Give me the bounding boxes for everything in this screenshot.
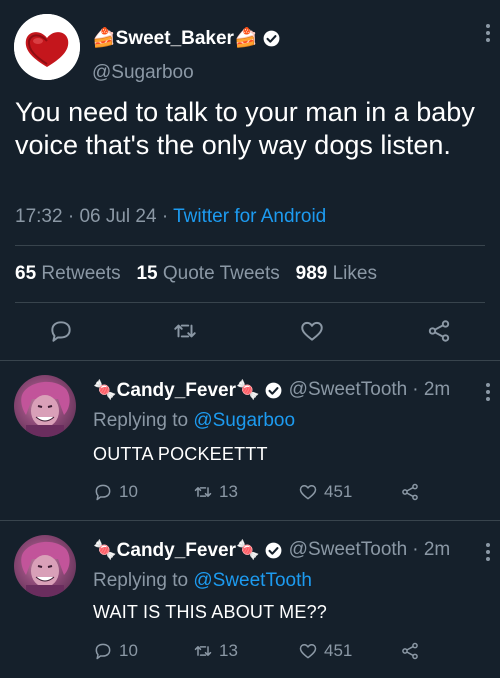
retweet-count: 13	[219, 482, 238, 501]
reply-count: 10	[119, 482, 138, 501]
like-icon	[299, 485, 317, 500]
retweet-count-button[interactable]: 13	[193, 641, 238, 661]
tweet-stats: 65 Retweets 15 Quote Tweets 989 Likes	[15, 263, 377, 285]
reply-avatar[interactable]	[14, 375, 76, 437]
likes-stat[interactable]: 989 Likes	[296, 263, 377, 284]
reply-handle[interactable]: @SweetTooth	[289, 379, 408, 401]
avatar-illustration	[21, 381, 70, 437]
share-icon[interactable]	[426, 318, 452, 344]
replying-prefix: Replying to	[93, 570, 189, 591]
quotes-count: 15	[136, 263, 158, 284]
main-handle[interactable]: @Sugarboo	[92, 62, 194, 84]
reply-header: 🍬Candy_Fever🍬 @SweetTooth · 2m	[93, 538, 450, 562]
reply-count-button[interactable]: 10	[93, 641, 138, 661]
retweet-count: 13	[219, 641, 238, 660]
reply-count: 10	[119, 641, 138, 660]
main-avatar[interactable]	[14, 14, 80, 80]
reply-text: WAIT IS THIS ABOUT ME??	[93, 602, 327, 622]
verified-icon	[263, 30, 280, 46]
tweet-meta: 17:32 · 06 Jul 24 · Twitter for Android	[15, 206, 326, 228]
retweet-icon[interactable]	[172, 318, 198, 344]
reply-count-button[interactable]: 10	[93, 482, 138, 502]
likes-label: Likes	[332, 263, 377, 284]
divider	[15, 302, 485, 303]
divider	[0, 360, 500, 361]
reply-header: 🍬Candy_Fever🍬 @SweetTooth · 2m	[93, 378, 450, 402]
divider	[15, 245, 485, 246]
tweet-text: You need to talk to your man in a baby v…	[15, 97, 475, 160]
replying-to-line: Replying to @Sugarboo	[93, 410, 295, 432]
retweet-icon	[194, 646, 212, 656]
like-count: 451	[324, 482, 353, 501]
meta-separator: ·	[67, 206, 75, 227]
reply-age: · 2m	[412, 539, 451, 560]
tweet-time: 17:32	[15, 206, 63, 227]
retweets-count: 65	[15, 263, 37, 284]
retweet-icon	[194, 487, 212, 497]
reply-avatar[interactable]	[14, 535, 76, 597]
quotes-stat[interactable]: 15 Quote Tweets	[136, 263, 279, 284]
like-count: 451	[324, 641, 353, 660]
verified-icon	[265, 382, 282, 398]
replying-to-link[interactable]: @Sugarboo	[193, 410, 295, 431]
like-icon[interactable]	[299, 318, 325, 344]
reply-icon	[95, 484, 111, 501]
reply-icon[interactable]	[48, 318, 74, 344]
meta-separator: ·	[161, 206, 169, 227]
replying-to-line: Replying to @SweetTooth	[93, 570, 312, 592]
likes-count: 989	[295, 263, 328, 284]
reply-age: · 2m	[412, 379, 451, 400]
share-icon[interactable]	[400, 482, 420, 502]
display-name-text: 🍰Sweet_Baker🍰	[92, 28, 258, 49]
verified-icon	[265, 542, 282, 558]
avatar-illustration	[21, 541, 70, 597]
main-display-name[interactable]: 🍰Sweet_Baker🍰	[92, 26, 281, 50]
retweets-stat[interactable]: 65 Retweets	[15, 263, 121, 284]
reply-display-name[interactable]: 🍬Candy_Fever🍬	[93, 538, 260, 562]
like-count-button[interactable]: 451	[298, 482, 352, 502]
like-icon	[299, 644, 317, 659]
reply-text: OUTTA POCKEETTT	[93, 444, 268, 464]
divider	[0, 520, 500, 521]
reply-icon	[95, 643, 111, 660]
tweet-date: 06 Jul 24	[79, 206, 157, 227]
like-count-button[interactable]: 451	[298, 641, 352, 661]
more-icon[interactable]	[486, 383, 492, 404]
quotes-label: Quote Tweets	[162, 263, 280, 284]
more-icon[interactable]	[486, 543, 492, 564]
retweet-count-button[interactable]: 13	[193, 482, 238, 502]
reply-display-name[interactable]: 🍬Candy_Fever🍬	[93, 378, 260, 402]
replying-to-link[interactable]: @SweetTooth	[193, 570, 312, 591]
heart-box-icon	[14, 14, 80, 80]
tweet-source-link[interactable]: Twitter for Android	[173, 206, 326, 227]
more-icon[interactable]	[486, 24, 492, 45]
replying-prefix: Replying to	[93, 410, 189, 431]
reply-handle[interactable]: @SweetTooth	[289, 539, 408, 561]
retweets-label: Retweets	[41, 263, 121, 284]
share-icon[interactable]	[400, 641, 420, 661]
